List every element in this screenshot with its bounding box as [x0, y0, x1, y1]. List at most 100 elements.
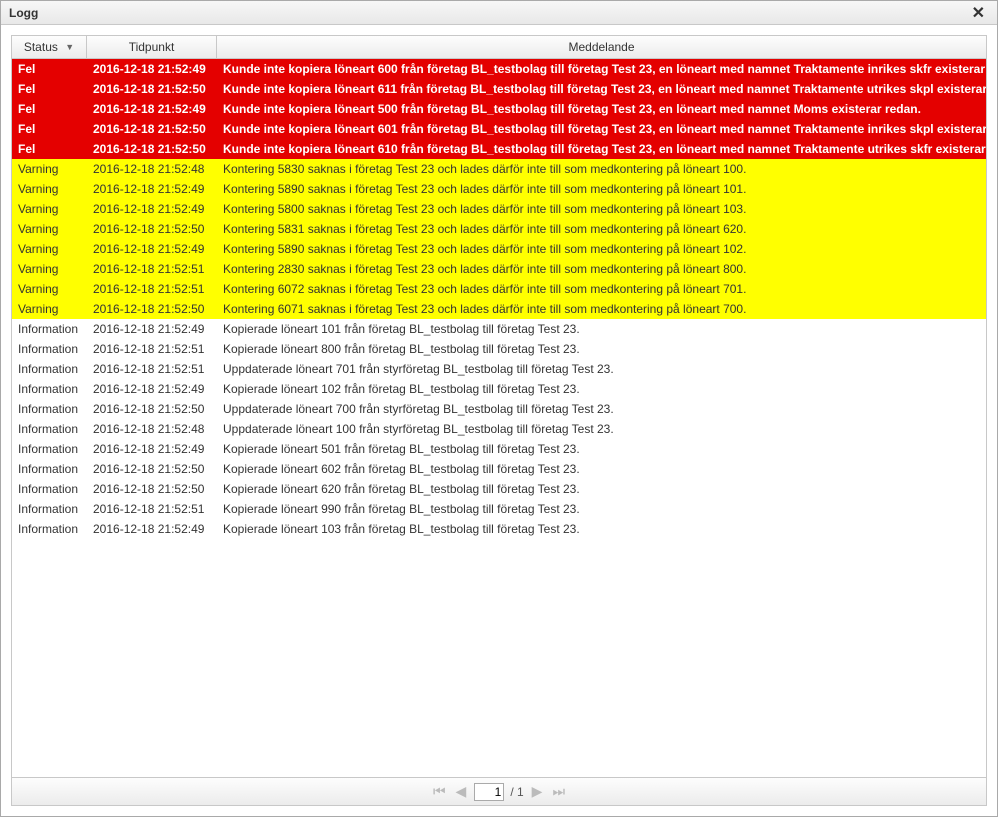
cell-status: Fel — [12, 59, 87, 79]
cell-time: 2016-12-18 21:52:51 — [87, 279, 217, 299]
cell-message: Kunde inte kopiera löneart 601 från före… — [217, 119, 986, 139]
cell-status: Information — [12, 519, 87, 539]
table-row[interactable]: Varning2016-12-18 21:52:51Kontering 2830… — [12, 259, 986, 279]
column-header-message[interactable]: Meddelande — [217, 36, 986, 58]
pager: ⏮ ◀ / 1 ▶ ⏭ — [12, 777, 986, 805]
cell-message: Uppdaterade löneart 701 från styrföretag… — [217, 359, 986, 379]
cell-time: 2016-12-18 21:52:49 — [87, 319, 217, 339]
cell-time: 2016-12-18 21:52:49 — [87, 99, 217, 119]
table-row[interactable]: Varning2016-12-18 21:52:50Kontering 5831… — [12, 219, 986, 239]
cell-time: 2016-12-18 21:52:51 — [87, 499, 217, 519]
cell-message: Kopierade löneart 103 från företag BL_te… — [217, 519, 986, 539]
table-row[interactable]: Varning2016-12-18 21:52:50Kontering 6071… — [12, 299, 986, 319]
cell-message: Kontering 5831 saknas i företag Test 23 … — [217, 219, 986, 239]
cell-message: Kunde inte kopiera löneart 500 från före… — [217, 99, 986, 119]
table-row[interactable]: Fel2016-12-18 21:52:49Kunde inte kopiera… — [12, 99, 986, 119]
cell-status: Varning — [12, 299, 87, 319]
sort-desc-icon: ▼ — [65, 42, 74, 52]
cell-status: Varning — [12, 279, 87, 299]
cell-status: Information — [12, 419, 87, 439]
cell-message: Kontering 6071 saknas i företag Test 23 … — [217, 299, 986, 319]
window-title: Logg — [9, 6, 38, 20]
cell-time: 2016-12-18 21:52:49 — [87, 59, 217, 79]
cell-message: Kontering 2830 saknas i företag Test 23 … — [217, 259, 986, 279]
table-row[interactable]: Information2016-12-18 21:52:49Kopierade … — [12, 439, 986, 459]
table-row[interactable]: Varning2016-12-18 21:52:51Kontering 6072… — [12, 279, 986, 299]
cell-message: Kopierade löneart 102 från företag BL_te… — [217, 379, 986, 399]
cell-status: Information — [12, 319, 87, 339]
table-row[interactable]: Fel2016-12-18 21:52:49Kunde inte kopiera… — [12, 59, 986, 79]
cell-status: Fel — [12, 139, 87, 159]
cell-time: 2016-12-18 21:52:49 — [87, 379, 217, 399]
cell-status: Fel — [12, 99, 87, 119]
cell-status: Information — [12, 379, 87, 399]
cell-time: 2016-12-18 21:52:49 — [87, 519, 217, 539]
cell-message: Kunde inte kopiera löneart 611 från före… — [217, 79, 986, 99]
pager-last-icon[interactable]: ⏭ — [550, 783, 567, 800]
cell-time: 2016-12-18 21:52:49 — [87, 239, 217, 259]
cell-message: Uppdaterade löneart 100 från styrföretag… — [217, 419, 986, 439]
cell-message: Kontering 6072 saknas i företag Test 23 … — [217, 279, 986, 299]
cell-status: Varning — [12, 199, 87, 219]
pager-page-input[interactable] — [474, 783, 504, 801]
table-row[interactable]: Information2016-12-18 21:52:50Kopierade … — [12, 459, 986, 479]
pager-next-icon[interactable]: ▶ — [530, 783, 545, 800]
table-row[interactable]: Information2016-12-18 21:52:48Uppdaterad… — [12, 419, 986, 439]
cell-time: 2016-12-18 21:52:48 — [87, 159, 217, 179]
log-dialog: Logg ✕ Status ▼ Tidpunkt Meddelande Fel2… — [0, 0, 998, 817]
table-row[interactable]: Varning2016-12-18 21:52:48Kontering 5830… — [12, 159, 986, 179]
table-row[interactable]: Information2016-12-18 21:52:49Kopierade … — [12, 519, 986, 539]
cell-message: Kontering 5890 saknas i företag Test 23 … — [217, 239, 986, 259]
pager-first-icon[interactable]: ⏮ — [431, 783, 448, 800]
cell-message: Kopierade löneart 620 från företag BL_te… — [217, 479, 986, 499]
cell-time: 2016-12-18 21:52:48 — [87, 419, 217, 439]
table-row[interactable]: Information2016-12-18 21:52:50Kopierade … — [12, 479, 986, 499]
cell-status: Information — [12, 459, 87, 479]
cell-status: Information — [12, 339, 87, 359]
cell-time: 2016-12-18 21:52:50 — [87, 299, 217, 319]
cell-time: 2016-12-18 21:52:50 — [87, 459, 217, 479]
column-label: Meddelande — [568, 40, 634, 54]
pager-prev-icon[interactable]: ◀ — [454, 783, 469, 800]
grid-body[interactable]: Fel2016-12-18 21:52:49Kunde inte kopiera… — [12, 59, 986, 777]
dialog-content: Status ▼ Tidpunkt Meddelande Fel2016-12-… — [1, 25, 997, 816]
cell-time: 2016-12-18 21:52:50 — [87, 399, 217, 419]
titlebar[interactable]: Logg ✕ — [1, 1, 997, 25]
cell-status: Varning — [12, 219, 87, 239]
table-row[interactable]: Information2016-12-18 21:52:51Kopierade … — [12, 339, 986, 359]
cell-status: Fel — [12, 79, 87, 99]
cell-status: Varning — [12, 259, 87, 279]
cell-status: Information — [12, 479, 87, 499]
cell-time: 2016-12-18 21:52:50 — [87, 139, 217, 159]
table-row[interactable]: Information2016-12-18 21:52:50Uppdaterad… — [12, 399, 986, 419]
cell-message: Kopierade löneart 101 från företag BL_te… — [217, 319, 986, 339]
cell-message: Kopierade löneart 602 från företag BL_te… — [217, 459, 986, 479]
table-row[interactable]: Fel2016-12-18 21:52:50Kunde inte kopiera… — [12, 139, 986, 159]
log-grid: Status ▼ Tidpunkt Meddelande Fel2016-12-… — [11, 35, 987, 806]
table-row[interactable]: Varning2016-12-18 21:52:49Kontering 5890… — [12, 239, 986, 259]
cell-time: 2016-12-18 21:52:51 — [87, 339, 217, 359]
pager-total: / 1 — [510, 785, 523, 799]
column-label: Status — [24, 40, 58, 54]
cell-message: Kontering 5800 saknas i företag Test 23 … — [217, 199, 986, 219]
cell-message: Kopierade löneart 800 från företag BL_te… — [217, 339, 986, 359]
table-row[interactable]: Information2016-12-18 21:52:51Uppdaterad… — [12, 359, 986, 379]
column-label: Tidpunkt — [129, 40, 175, 54]
table-row[interactable]: Varning2016-12-18 21:52:49Kontering 5800… — [12, 199, 986, 219]
cell-status: Varning — [12, 239, 87, 259]
cell-time: 2016-12-18 21:52:49 — [87, 199, 217, 219]
table-row[interactable]: Information2016-12-18 21:52:49Kopierade … — [12, 379, 986, 399]
cell-time: 2016-12-18 21:52:50 — [87, 79, 217, 99]
cell-status: Varning — [12, 159, 87, 179]
column-header-status[interactable]: Status ▼ — [12, 36, 87, 58]
cell-status: Information — [12, 359, 87, 379]
table-row[interactable]: Information2016-12-18 21:52:49Kopierade … — [12, 319, 986, 339]
table-row[interactable]: Information2016-12-18 21:52:51Kopierade … — [12, 499, 986, 519]
cell-time: 2016-12-18 21:52:51 — [87, 259, 217, 279]
column-header-time[interactable]: Tidpunkt — [87, 36, 217, 58]
table-row[interactable]: Fel2016-12-18 21:52:50Kunde inte kopiera… — [12, 119, 986, 139]
grid-header: Status ▼ Tidpunkt Meddelande — [12, 36, 986, 59]
close-icon[interactable]: ✕ — [968, 3, 989, 23]
table-row[interactable]: Varning2016-12-18 21:52:49Kontering 5890… — [12, 179, 986, 199]
table-row[interactable]: Fel2016-12-18 21:52:50Kunde inte kopiera… — [12, 79, 986, 99]
